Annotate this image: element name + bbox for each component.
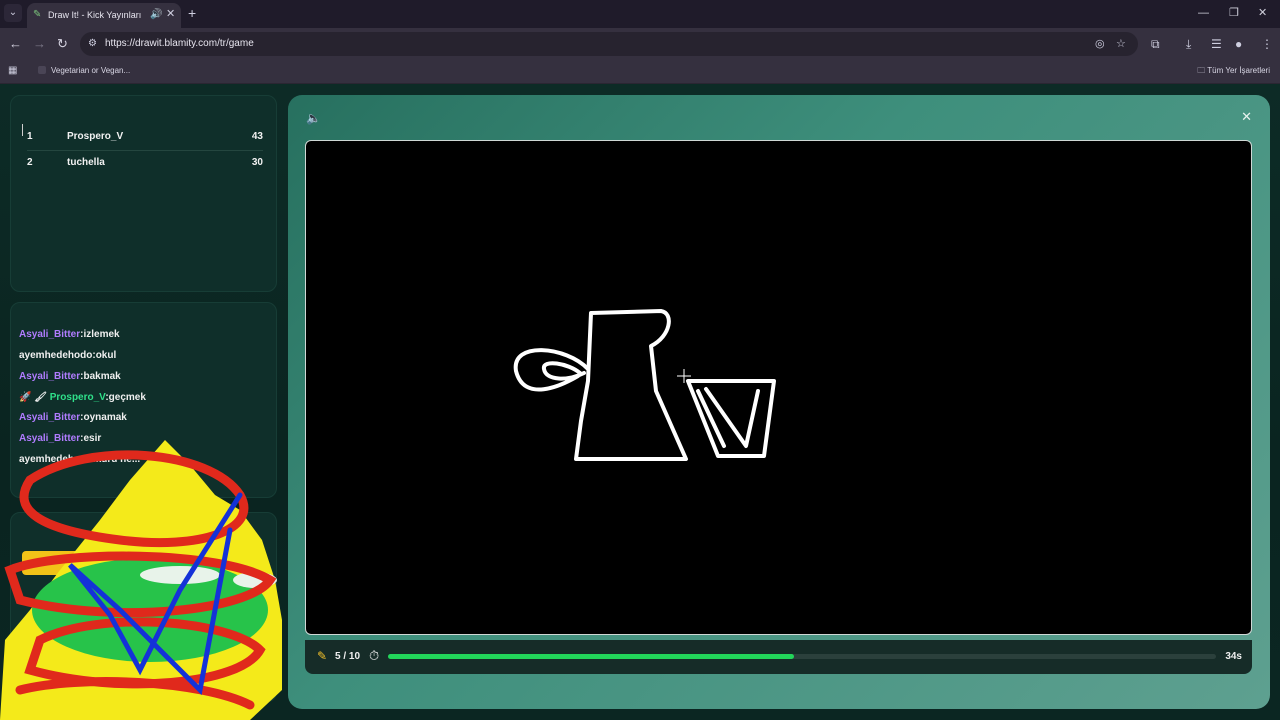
extensions-icon[interactable]: ⧉ (1151, 36, 1160, 52)
chat-message: Asyali_Bitter:bakmak (19, 371, 121, 382)
address-bar[interactable]: ⚙ https://drawit.blamity.com/tr/game ◎ ☆ (80, 32, 1138, 56)
eye-off-icon[interactable]: ◎ (1095, 36, 1105, 52)
chat-username: Asyali_Bitter (19, 412, 81, 423)
chat-badges: 🚀 🖌 (19, 392, 47, 403)
drawing-modal: 🔈 ✕ ✎ 5 / 10 ⏱ 34s (288, 95, 1270, 709)
chat-text: okul (95, 350, 117, 361)
drawing-canvas[interactable] (305, 140, 1252, 635)
tab-audio-icon[interactable]: 🔊 (150, 8, 162, 22)
sticker-eye (140, 566, 220, 584)
chat-message: 🚀 🖌 Prospero_V:geçmek (19, 392, 146, 403)
bookmarks-bar: ▦ Vegetarian or Vegan... 🗀 Tüm Yer İşare… (0, 60, 1280, 84)
chat-username: ayemhedehodo (19, 350, 93, 361)
url-text[interactable]: https://drawit.blamity.com/tr/game (105, 37, 254, 51)
forward-icon[interactable]: → (33, 36, 46, 52)
folder-icon: 🗀 (1197, 66, 1208, 75)
chat-username: Asyali_Bitter (19, 371, 81, 382)
pencil-favicon-icon: ✎ (33, 9, 42, 20)
time-progress-fill (388, 654, 794, 659)
reload-icon[interactable]: ↻ (57, 36, 68, 52)
window-close-icon[interactable]: ✕ (1258, 6, 1267, 20)
restore-icon[interactable]: ❐ (1229, 6, 1239, 20)
tab-close-icon[interactable]: ✕ (166, 7, 175, 21)
tab-list-chevron-icon[interactable]: ⌄ (4, 4, 22, 22)
bookmark-item[interactable]: Vegetarian or Vegan... (38, 65, 130, 77)
drawing-cup-stroke (686, 379, 776, 458)
timer-icon: ⏱ (369, 648, 380, 663)
game-status-bar: ✎ 5 / 10 ⏱ 34s (305, 640, 1252, 674)
drawing-handle-stroke (513, 348, 590, 392)
bookmark-favicon-icon (38, 66, 46, 74)
chat-username: Prospero_V (49, 392, 106, 403)
minimize-icon[interactable]: — (1198, 6, 1209, 20)
download-icon[interactable]: ⤓ (1186, 36, 1191, 52)
profile-avatar-icon[interactable]: ● (1235, 36, 1242, 52)
text-cursor (22, 124, 23, 136)
chat-text: izlemek (83, 329, 120, 340)
player-score: 43 (251, 131, 263, 142)
time-remaining: 34s (1225, 651, 1242, 662)
chat-text: geçmek (108, 392, 146, 403)
drawing-strokes (513, 309, 776, 461)
reading-list-icon[interactable]: ☰ (1211, 36, 1222, 52)
chat-message: ayemhedehodo:okul (19, 350, 117, 361)
chat-text: oynamak (83, 412, 127, 423)
drawing-pitcher-stroke (574, 309, 688, 461)
chat-text: bakmak (83, 371, 121, 382)
back-icon[interactable]: ← (9, 36, 22, 52)
leaderboard-row: 1 Prospero_V 43 (27, 124, 263, 150)
all-bookmarks-label: Tüm Yer İşaretleri (1207, 66, 1270, 75)
chat-username: Asyali_Bitter (19, 329, 81, 340)
chat-message: Asyali_Bitter:oynamak (19, 412, 127, 423)
rank: 1 (27, 131, 33, 142)
new-tab-plus-icon[interactable]: + (188, 6, 196, 20)
menu-kebab-icon[interactable]: ⋮ (1261, 36, 1273, 52)
time-progress-track (388, 654, 1216, 659)
all-bookmarks[interactable]: 🗀 Tüm Yer İşaretleri (1197, 65, 1270, 77)
player-name: Prospero_V (67, 131, 124, 142)
browser-toolbar: ← → ↻ ⚙ https://drawit.blamity.com/tr/ga… (0, 28, 1280, 60)
bookmark-star-icon[interactable]: ☆ (1116, 36, 1126, 52)
emote-sticker-overlay (0, 440, 282, 720)
tab-bar: ⌄ ✎ Draw It! - Kick Yayınları İçin 🔊 ✕ +… (0, 0, 1280, 28)
bookmark-label: Vegetarian or Vegan... (51, 66, 131, 75)
rank: 2 (27, 157, 33, 168)
leaderboard-panel: 1 Prospero_V 43 2 tuchella 30 (10, 95, 277, 292)
player-score: 30 (251, 157, 263, 168)
round-counter: 5 / 10 (335, 651, 361, 662)
site-info-icon[interactable]: ⚙ (88, 37, 97, 51)
tab-title: Draw It! - Kick Yayınları İçin (48, 10, 144, 20)
active-tab[interactable]: ✎ Draw It! - Kick Yayınları İçin 🔊 ✕ (27, 3, 181, 28)
player-name: tuchella (67, 157, 105, 168)
sound-icon[interactable]: 🔈 (306, 111, 321, 125)
pencil-icon: ✎ (317, 649, 328, 663)
modal-close-icon[interactable]: ✕ (1241, 110, 1252, 124)
leaderboard-row: 2 tuchella 30 (27, 150, 263, 176)
apps-grid-icon[interactable]: ▦ (8, 64, 17, 78)
chat-message: Asyali_Bitter:izlemek (19, 329, 120, 340)
